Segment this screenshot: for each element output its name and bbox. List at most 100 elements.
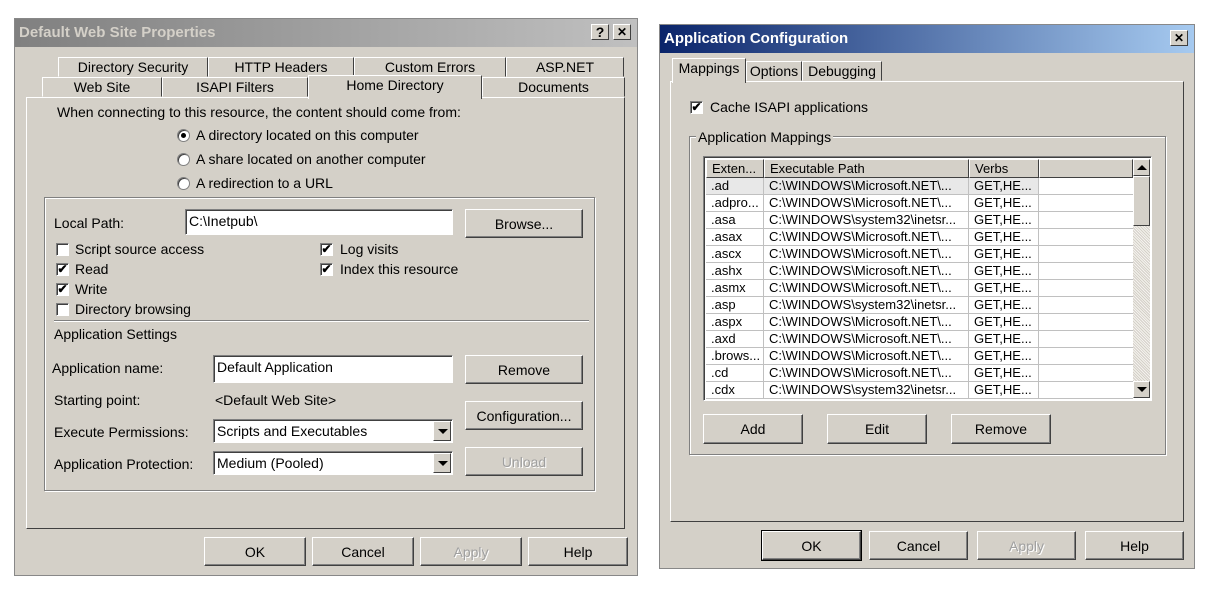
mapping-executable-path: C:\WINDOWS\Microsoft.NET\... <box>764 314 969 331</box>
mapping-row[interactable]: .ascx C:\WINDOWS\Microsoft.NET\... GET,HE.… <box>706 246 1133 263</box>
column-verbs[interactable]: Verbs <box>969 159 1039 178</box>
log-visits-checkbox[interactable]: ✔ <box>320 243 333 256</box>
mapping-filler <box>1039 246 1133 263</box>
column-executable-path[interactable]: Executable Path <box>764 159 969 178</box>
ok-button[interactable]: OK <box>204 537 306 566</box>
tab-isapi-filters[interactable]: ISAPI Filters <box>162 77 308 97</box>
cancel-button[interactable]: Cancel <box>312 537 414 566</box>
mapping-verbs: GET,HE... <box>969 382 1039 399</box>
read-checkbox[interactable]: ✔ <box>56 263 69 276</box>
tab-debugging[interactable]: Debugging <box>802 61 882 81</box>
mapping-verbs: GET,HE... <box>969 229 1039 246</box>
unload-button[interactable]: Unload <box>465 447 583 476</box>
cache-isapi-label[interactable]: Cache ISAPI applications <box>710 99 868 115</box>
apply-button[interactable]: Apply <box>420 537 522 566</box>
configuration-button[interactable]: Configuration... <box>465 401 583 430</box>
script-source-access-label[interactable]: Script source access <box>75 241 204 257</box>
mapping-remove-button[interactable]: Remove <box>951 414 1051 444</box>
tab-http-headers[interactable]: HTTP Headers <box>208 57 354 77</box>
scroll-thumb[interactable] <box>1133 176 1150 226</box>
mapping-filler <box>1039 263 1133 280</box>
local-path-input[interactable]: C:\Inetpub\ <box>185 209 453 235</box>
scroll-down-icon[interactable] <box>1133 381 1150 398</box>
mapping-row[interactable]: .asa C:\WINDOWS\system32\inetsr... GET,HE.… <box>706 212 1133 229</box>
starting-point-value: <Default Web Site> <box>215 392 337 408</box>
mapping-row[interactable]: .cd C:\WINDOWS\Microsoft.NET\... GET,HE... <box>706 365 1133 382</box>
mapping-verbs: GET,HE... <box>969 280 1039 297</box>
radio-network-share[interactable] <box>177 153 190 166</box>
app-protection-select[interactable]: Medium (Pooled) <box>213 451 453 475</box>
tab-web-site[interactable]: Web Site <box>42 77 162 97</box>
index-resource-label[interactable]: Index this resource <box>340 261 458 277</box>
directory-browsing-label[interactable]: Directory browsing <box>75 301 191 317</box>
mapping-row[interactable]: .cdx C:\WINDOWS\system32\inetsr... GET,HE.… <box>706 382 1133 399</box>
radio-local-directory[interactable] <box>177 129 190 142</box>
properties-titlebar[interactable]: Default Web Site Properties ? ✕ <box>15 19 637 47</box>
tab-options[interactable]: Options <box>746 61 802 81</box>
remove-button[interactable]: Remove <box>465 355 583 384</box>
chevron-down-icon[interactable] <box>433 453 451 473</box>
close-icon[interactable]: ✕ <box>613 24 631 40</box>
execute-permissions-label: Execute Permissions: <box>54 424 189 440</box>
config-apply-button[interactable]: Apply <box>977 531 1076 560</box>
mappings-scrollbar[interactable] <box>1133 159 1150 398</box>
mappings-list[interactable]: Exten... Executable Path Verbs .ad C:\WIN… <box>703 156 1152 401</box>
mapping-row[interactable]: .ad C:\WINDOWS\Microsoft.NET\... GET,HE... <box>706 178 1133 195</box>
config-help-button[interactable]: Help <box>1085 531 1184 560</box>
tab-directory-security[interactable]: Directory Security <box>58 57 208 77</box>
mapping-executable-path: C:\WINDOWS\system32\inetsr... <box>764 212 969 229</box>
index-resource-checkbox[interactable]: ✔ <box>320 263 333 276</box>
mapping-row[interactable]: .aspx C:\WINDOWS\Microsoft.NET\... GET,HE.… <box>706 314 1133 331</box>
read-label[interactable]: Read <box>75 261 108 277</box>
log-visits-label[interactable]: Log visits <box>340 241 398 257</box>
mapping-row[interactable]: .asmx C:\WINDOWS\Microsoft.NET\... GET,HE.… <box>706 280 1133 297</box>
radio-network-share-label[interactable]: A share located on another computer <box>196 151 426 167</box>
mapping-row[interactable]: .ashx C:\WINDOWS\Microsoft.NET\... GET,HE.… <box>706 263 1133 280</box>
config-cancel-button[interactable]: Cancel <box>869 531 968 560</box>
radio-url-redirection-label[interactable]: A redirection to a URL <box>196 175 333 191</box>
edit-button[interactable]: Edit <box>827 414 927 444</box>
mapping-row[interactable]: .brows... C:\WINDOWS\Microsoft.NET\... GET… <box>706 348 1133 365</box>
starting-point-label: Starting point: <box>54 392 141 408</box>
mapping-verbs: GET,HE... <box>969 314 1039 331</box>
app-config-titlebar[interactable]: Application Configuration ✕ <box>660 25 1194 53</box>
tab-home-directory[interactable]: Home Directory <box>308 75 482 99</box>
directory-browsing-checkbox[interactable] <box>56 303 69 316</box>
mapping-extension: .ashx <box>706 263 764 280</box>
browse-button[interactable]: Browse... <box>465 209 583 238</box>
app-name-input[interactable]: Default Application <box>213 355 453 383</box>
mapping-row[interactable]: .asp C:\WINDOWS\system32\inetsr... GET,HE.… <box>706 297 1133 314</box>
mapping-extension: .brows... <box>706 348 764 365</box>
mapping-executable-path: C:\WINDOWS\system32\inetsr... <box>764 297 969 314</box>
help-button[interactable]: Help <box>528 537 628 566</box>
close-icon[interactable]: ✕ <box>1170 30 1188 46</box>
mapping-filler <box>1039 178 1133 195</box>
column-extension[interactable]: Exten... <box>706 159 764 178</box>
script-source-access-checkbox[interactable] <box>56 243 69 256</box>
help-icon[interactable]: ? <box>591 24 609 40</box>
config-ok-button[interactable]: OK <box>761 530 862 561</box>
mapping-verbs: GET,HE... <box>969 331 1039 348</box>
tab-documents[interactable]: Documents <box>482 77 625 97</box>
mapping-row[interactable]: .asax C:\WINDOWS\Microsoft.NET\... GET,HE.… <box>706 229 1133 246</box>
mapping-verbs: GET,HE... <box>969 246 1039 263</box>
radio-local-directory-label[interactable]: A directory located on this computer <box>196 127 419 143</box>
mapping-row[interactable]: .adpro... C:\WINDOWS\Microsoft.NET\... GET… <box>706 195 1133 212</box>
chevron-down-icon[interactable] <box>433 421 451 441</box>
mapping-filler <box>1039 195 1133 212</box>
write-checkbox[interactable]: ✔ <box>56 283 69 296</box>
app-config-title: Application Configuration <box>664 30 849 47</box>
add-button[interactable]: Add <box>703 414 803 444</box>
radio-url-redirection[interactable] <box>177 177 190 190</box>
tab-asp-net[interactable]: ASP.NET <box>506 57 624 77</box>
cache-isapi-checkbox[interactable]: ✔ <box>690 101 703 114</box>
app-mappings-heading: Application Mappings <box>696 129 834 145</box>
write-label[interactable]: Write <box>75 281 107 297</box>
mapping-executable-path: C:\WINDOWS\Microsoft.NET\... <box>764 365 969 382</box>
tab-mappings[interactable]: Mappings <box>672 58 746 83</box>
execute-permissions-select[interactable]: Scripts and Executables <box>213 419 453 443</box>
mapping-row[interactable]: .axd C:\WINDOWS\Microsoft.NET\... GET,HE..… <box>706 331 1133 348</box>
tab-custom-errors[interactable]: Custom Errors <box>354 57 506 77</box>
mapping-filler <box>1039 314 1133 331</box>
scroll-up-icon[interactable] <box>1133 159 1150 176</box>
